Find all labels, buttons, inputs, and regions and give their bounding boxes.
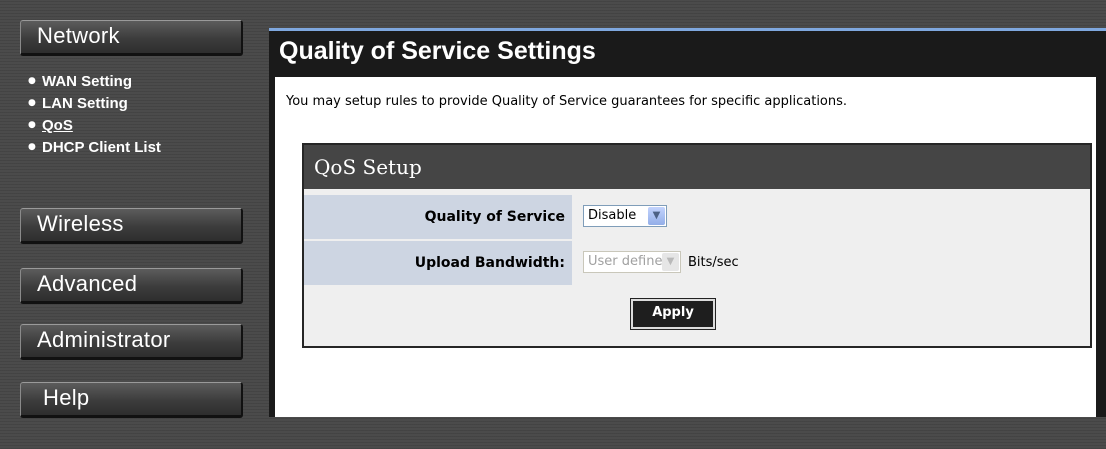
bandwidth-label: Upload Bandwidth: — [304, 241, 572, 285]
bullet-icon: ● — [28, 142, 36, 152]
bandwidth-select[interactable]: User defined ▼ — [583, 251, 681, 273]
nav-help[interactable]: Help — [20, 382, 243, 418]
chevron-down-icon[interactable]: ▼ — [648, 207, 665, 225]
chevron-down-icon[interactable]: ▼ — [662, 253, 679, 271]
subnav-label[interactable]: DHCP Client List — [42, 139, 161, 156]
bullet-icon: ● — [28, 76, 36, 86]
qos-row: Quality of Service Disable ▼ — [304, 195, 1090, 239]
bandwidth-unit: Bits/sec — [688, 255, 739, 270]
sidebar: Network ● WAN Setting ● LAN Setting ● Qo… — [0, 0, 262, 449]
nav-network[interactable]: Network — [20, 20, 243, 56]
bullet-icon: ● — [28, 98, 36, 108]
nav-advanced[interactable]: Advanced — [20, 268, 243, 304]
subnav-label[interactable]: WAN Setting — [42, 73, 132, 90]
bullet-icon: ● — [28, 120, 36, 130]
subnav-item-wan[interactable]: ● WAN Setting — [28, 70, 161, 92]
main-panel: Quality of Service Settings You may setu… — [269, 28, 1106, 417]
network-subnav: ● WAN Setting ● LAN Setting ● QoS ● DHCP… — [28, 70, 161, 158]
qos-label: Quality of Service — [304, 195, 572, 239]
qos-select-value: Disable — [588, 208, 637, 223]
nav-administrator[interactable]: Administrator — [20, 324, 243, 360]
subnav-item-qos[interactable]: ● QoS — [28, 114, 161, 136]
page-title: Quality of Service Settings — [279, 37, 596, 65]
subnav-item-dhcp[interactable]: ● DHCP Client List — [28, 136, 161, 158]
subnav-item-lan[interactable]: ● LAN Setting — [28, 92, 161, 114]
qos-select[interactable]: Disable ▼ — [583, 205, 667, 227]
subnav-label[interactable]: LAN Setting — [42, 95, 128, 112]
nav-wireless[interactable]: Wireless — [20, 208, 243, 244]
bandwidth-select-value: User defined — [588, 254, 671, 269]
apply-button[interactable]: Apply — [630, 298, 716, 330]
subnav-label[interactable]: QoS — [42, 117, 73, 134]
bandwidth-row: Upload Bandwidth: User defined ▼ Bits/se… — [304, 241, 1090, 285]
content-area: You may setup rules to provide Quality o… — [275, 77, 1096, 417]
intro-text: You may setup rules to provide Quality o… — [286, 94, 848, 109]
qos-setup-panel: QoS Setup Quality of Service Disable ▼ U… — [302, 143, 1092, 348]
qos-setup-header: QoS Setup — [304, 145, 1090, 189]
